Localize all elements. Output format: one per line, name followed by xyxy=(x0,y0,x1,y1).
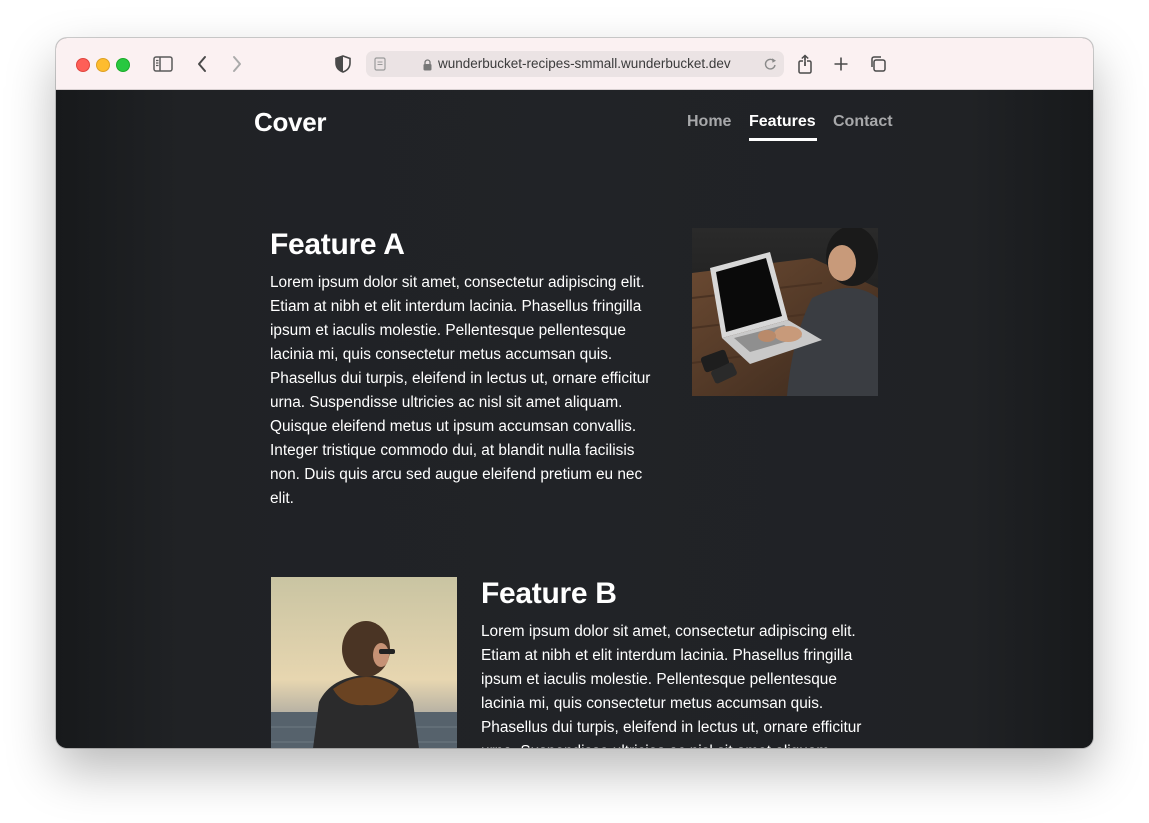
reader-mode-icon[interactable] xyxy=(374,57,386,76)
minimize-window-button[interactable] xyxy=(96,58,110,72)
back-arrow-icon[interactable] xyxy=(191,53,213,75)
browser-window: wunderbucket-recipes-smmall.wunderbucket… xyxy=(56,38,1093,748)
new-tab-plus-icon[interactable] xyxy=(830,53,852,75)
feature-b-image xyxy=(271,577,457,748)
nav-link-features[interactable]: Features xyxy=(749,113,816,131)
site-brand[interactable]: Cover xyxy=(254,107,327,138)
feature-b-body: Lorem ipsum dolor sit amet, consectetur … xyxy=(481,623,862,748)
forward-arrow-icon[interactable] xyxy=(226,53,248,75)
address-bar[interactable]: wunderbucket-recipes-smmall.wunderbucket… xyxy=(366,51,784,77)
feature-a-image xyxy=(692,228,878,396)
nav-link-home[interactable]: Home xyxy=(687,113,731,131)
url-text: wunderbucket-recipes-smmall.wunderbucket… xyxy=(438,56,731,71)
share-icon[interactable] xyxy=(794,53,816,75)
web-page: Cover Home Features Contact Feature A Lo… xyxy=(56,90,1093,748)
browser-toolbar: wunderbucket-recipes-smmall.wunderbucket… xyxy=(56,38,1093,90)
active-nav-indicator xyxy=(749,138,817,141)
feature-b-title: Feature B xyxy=(481,577,617,610)
sidebar-toggle-icon[interactable] xyxy=(152,53,174,75)
tab-overview-icon[interactable] xyxy=(867,53,889,75)
reload-icon[interactable] xyxy=(764,57,777,76)
nav-link-contact[interactable]: Contact xyxy=(833,113,893,131)
privacy-shield-icon[interactable] xyxy=(332,53,354,75)
zoom-window-button[interactable] xyxy=(116,58,130,72)
feature-a-title: Feature A xyxy=(270,228,405,261)
close-window-button[interactable] xyxy=(76,58,90,72)
lock-icon xyxy=(423,58,432,76)
feature-a-body: Lorem ipsum dolor sit amet, consectetur … xyxy=(270,274,651,507)
